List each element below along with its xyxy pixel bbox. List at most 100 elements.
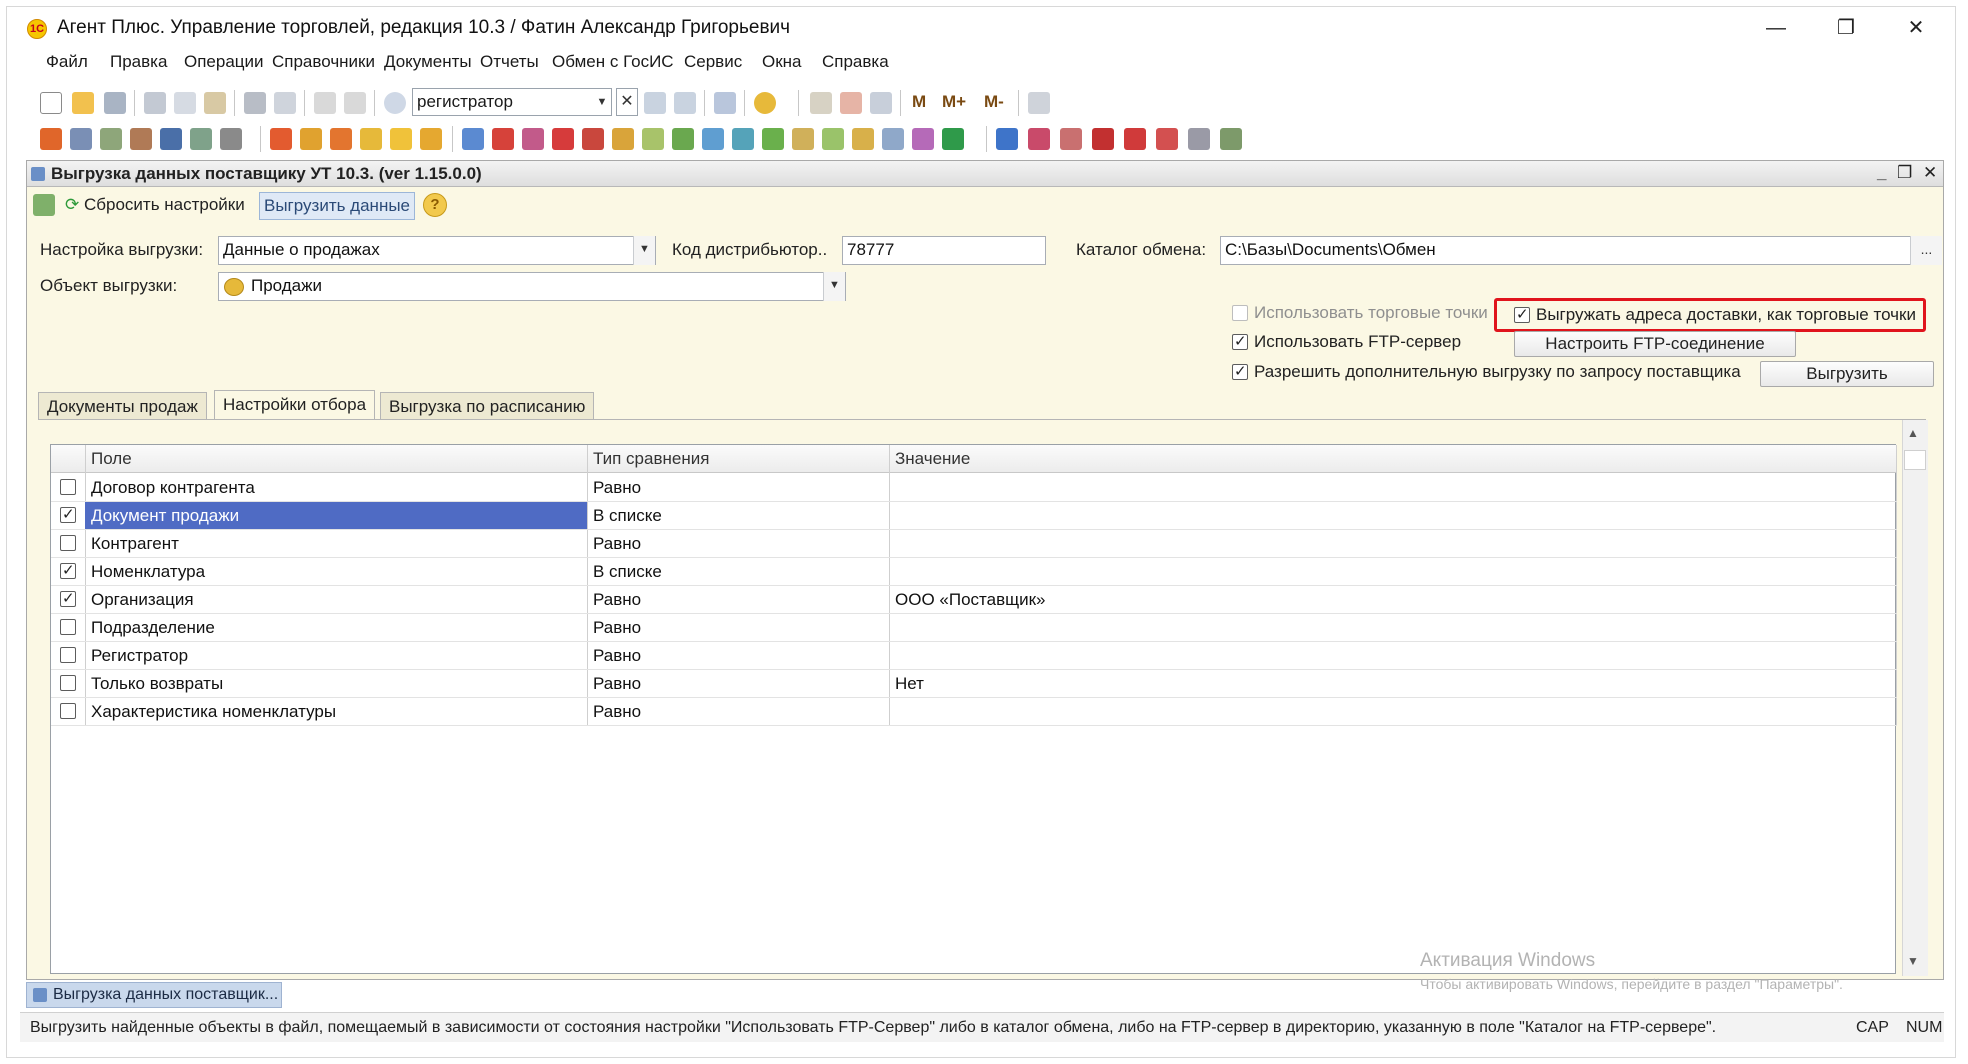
- receipt-icon[interactable]: [582, 128, 604, 150]
- vertical-scrollbar[interactable]: ▲ ▼: [1902, 420, 1928, 976]
- settings-select[interactable]: Данные о продажах: [218, 236, 656, 265]
- calculator-icon[interactable]: [810, 92, 832, 114]
- unload-button[interactable]: Выгрузить: [1760, 361, 1934, 387]
- row-checkbox[interactable]: [60, 675, 76, 691]
- cell-field[interactable]: Организация: [91, 590, 194, 610]
- memory-plus-button[interactable]: M+: [942, 92, 966, 112]
- agent-icon[interactable]: [996, 128, 1018, 150]
- agent-orders-icon[interactable]: [1060, 128, 1082, 150]
- find-prev-icon[interactable]: [674, 92, 696, 114]
- chevron-down-icon[interactable]: ▼: [823, 272, 845, 301]
- unload-data-button[interactable]: Выгрузить данные: [259, 192, 416, 220]
- menu-edit[interactable]: Правка: [110, 52, 167, 72]
- paste-icon[interactable]: [204, 92, 226, 114]
- row-checkbox[interactable]: [60, 647, 76, 663]
- scroll-up-icon[interactable]: ▲: [1907, 426, 1919, 440]
- cell-field[interactable]: Номенклатура: [91, 562, 205, 582]
- cell-field[interactable]: Документ продажи: [91, 506, 239, 526]
- copy-icon[interactable]: [174, 92, 196, 114]
- table-row[interactable]: Контрагент Равно: [51, 530, 1897, 558]
- open-window-tab[interactable]: Выгрузка данных поставщик...: [26, 982, 282, 1008]
- column-header-value[interactable]: Значение: [895, 449, 970, 469]
- use-ftp-checkbox[interactable]: [1232, 332, 1248, 350]
- stock-icon[interactable]: [642, 128, 664, 150]
- catalog-icon[interactable]: [40, 128, 62, 150]
- edit-icon[interactable]: [220, 128, 242, 150]
- cell-field[interactable]: Регистратор: [91, 646, 188, 666]
- windows-icon[interactable]: [714, 92, 736, 114]
- close-button[interactable]: ✕: [1893, 11, 1939, 45]
- agent-sales-icon[interactable]: [1028, 128, 1050, 150]
- cash-icon[interactable]: [390, 128, 412, 150]
- cell-compare[interactable]: В списке: [593, 506, 662, 526]
- form-restore-button[interactable]: ❐: [1897, 163, 1912, 183]
- memory-minus-button[interactable]: M-: [984, 92, 1004, 112]
- menu-operations[interactable]: Операции: [184, 52, 264, 72]
- calendar-icon[interactable]: [840, 92, 862, 114]
- restore-button[interactable]: ❐: [1823, 11, 1869, 45]
- chevron-down-icon[interactable]: ▼: [633, 236, 655, 265]
- cell-compare[interactable]: В списке: [593, 562, 662, 582]
- table-row[interactable]: Только возвраты Равно Нет: [51, 670, 1897, 698]
- coins-icon[interactable]: [612, 128, 634, 150]
- table-row[interactable]: Подразделение Равно: [51, 614, 1897, 642]
- excel-icon[interactable]: [942, 128, 964, 150]
- users-icon[interactable]: [870, 92, 892, 114]
- tab-filter-settings[interactable]: Настройки отбора: [214, 390, 376, 420]
- search-icon[interactable]: [384, 92, 406, 114]
- row-checkbox[interactable]: [60, 703, 76, 719]
- tab-schedule[interactable]: Выгрузка по расписанию: [380, 392, 595, 420]
- row-checkbox[interactable]: [60, 589, 76, 607]
- use-trade-points-checkbox[interactable]: [1232, 305, 1248, 321]
- scroll-down-icon[interactable]: ▼: [1907, 954, 1919, 968]
- order-icon[interactable]: [270, 128, 292, 150]
- delivery-addresses-checkbox[interactable]: [1514, 305, 1530, 323]
- minimize-button[interactable]: —: [1753, 11, 1799, 45]
- help-button[interactable]: ?: [423, 193, 447, 217]
- purchase-icon[interactable]: [330, 128, 352, 150]
- cell-compare[interactable]: Равно: [593, 702, 641, 722]
- cell-compare[interactable]: Равно: [593, 478, 641, 498]
- object-select[interactable]: Продажи: [218, 272, 846, 301]
- redo-icon[interactable]: [344, 92, 366, 114]
- catalog-browse-button[interactable]: ...: [1910, 236, 1942, 265]
- register-icon[interactable]: [70, 128, 92, 150]
- exchange-icon[interactable]: [732, 128, 754, 150]
- row-checkbox[interactable]: [60, 561, 76, 579]
- tools-icon[interactable]: [1028, 92, 1050, 114]
- table-row[interactable]: Договор контрагента Равно: [51, 474, 1897, 502]
- invoice-icon[interactable]: [522, 128, 544, 150]
- report-icon[interactable]: [702, 128, 724, 150]
- find-next-icon[interactable]: [644, 92, 666, 114]
- form-minimize-button[interactable]: _: [1877, 163, 1886, 183]
- row-checkbox[interactable]: [60, 535, 76, 551]
- print-icon[interactable]: [244, 92, 266, 114]
- open-folder-icon[interactable]: [72, 92, 94, 114]
- form-close-button[interactable]: ✕: [1923, 163, 1937, 183]
- save-icon[interactable]: [104, 92, 126, 114]
- inventory-icon[interactable]: [672, 128, 694, 150]
- agent-sync-icon[interactable]: [1124, 128, 1146, 150]
- cell-compare[interactable]: Равно: [593, 646, 641, 666]
- table-row[interactable]: Документ продажи В списке: [51, 502, 1897, 530]
- row-checkbox[interactable]: [60, 505, 76, 523]
- sales-icon[interactable]: [300, 128, 322, 150]
- cell-field[interactable]: Подразделение: [91, 618, 215, 638]
- doc-plus-icon[interactable]: [792, 128, 814, 150]
- column-header-field[interactable]: Поле: [91, 449, 132, 469]
- catalog-input[interactable]: C:\Базы\Documents\Обмен: [1220, 236, 1942, 265]
- menu-windows[interactable]: Окна: [762, 52, 802, 72]
- cut-icon[interactable]: [144, 92, 166, 114]
- info-icon[interactable]: [754, 92, 776, 114]
- table-icon[interactable]: [190, 128, 212, 150]
- cell-compare[interactable]: Равно: [593, 534, 641, 554]
- cell-field[interactable]: Характеристика номенклатуры: [91, 702, 336, 722]
- table-row[interactable]: Номенклатура В списке: [51, 558, 1897, 586]
- row-checkbox[interactable]: [60, 619, 76, 635]
- search-input[interactable]: регистратор: [412, 88, 612, 116]
- undo-icon[interactable]: [314, 92, 336, 114]
- table-row[interactable]: Регистратор Равно: [51, 642, 1897, 670]
- clear-search-icon[interactable]: ✕: [616, 88, 638, 116]
- money-icon[interactable]: [360, 128, 382, 150]
- allow-extra-unload-checkbox[interactable]: [1232, 362, 1248, 380]
